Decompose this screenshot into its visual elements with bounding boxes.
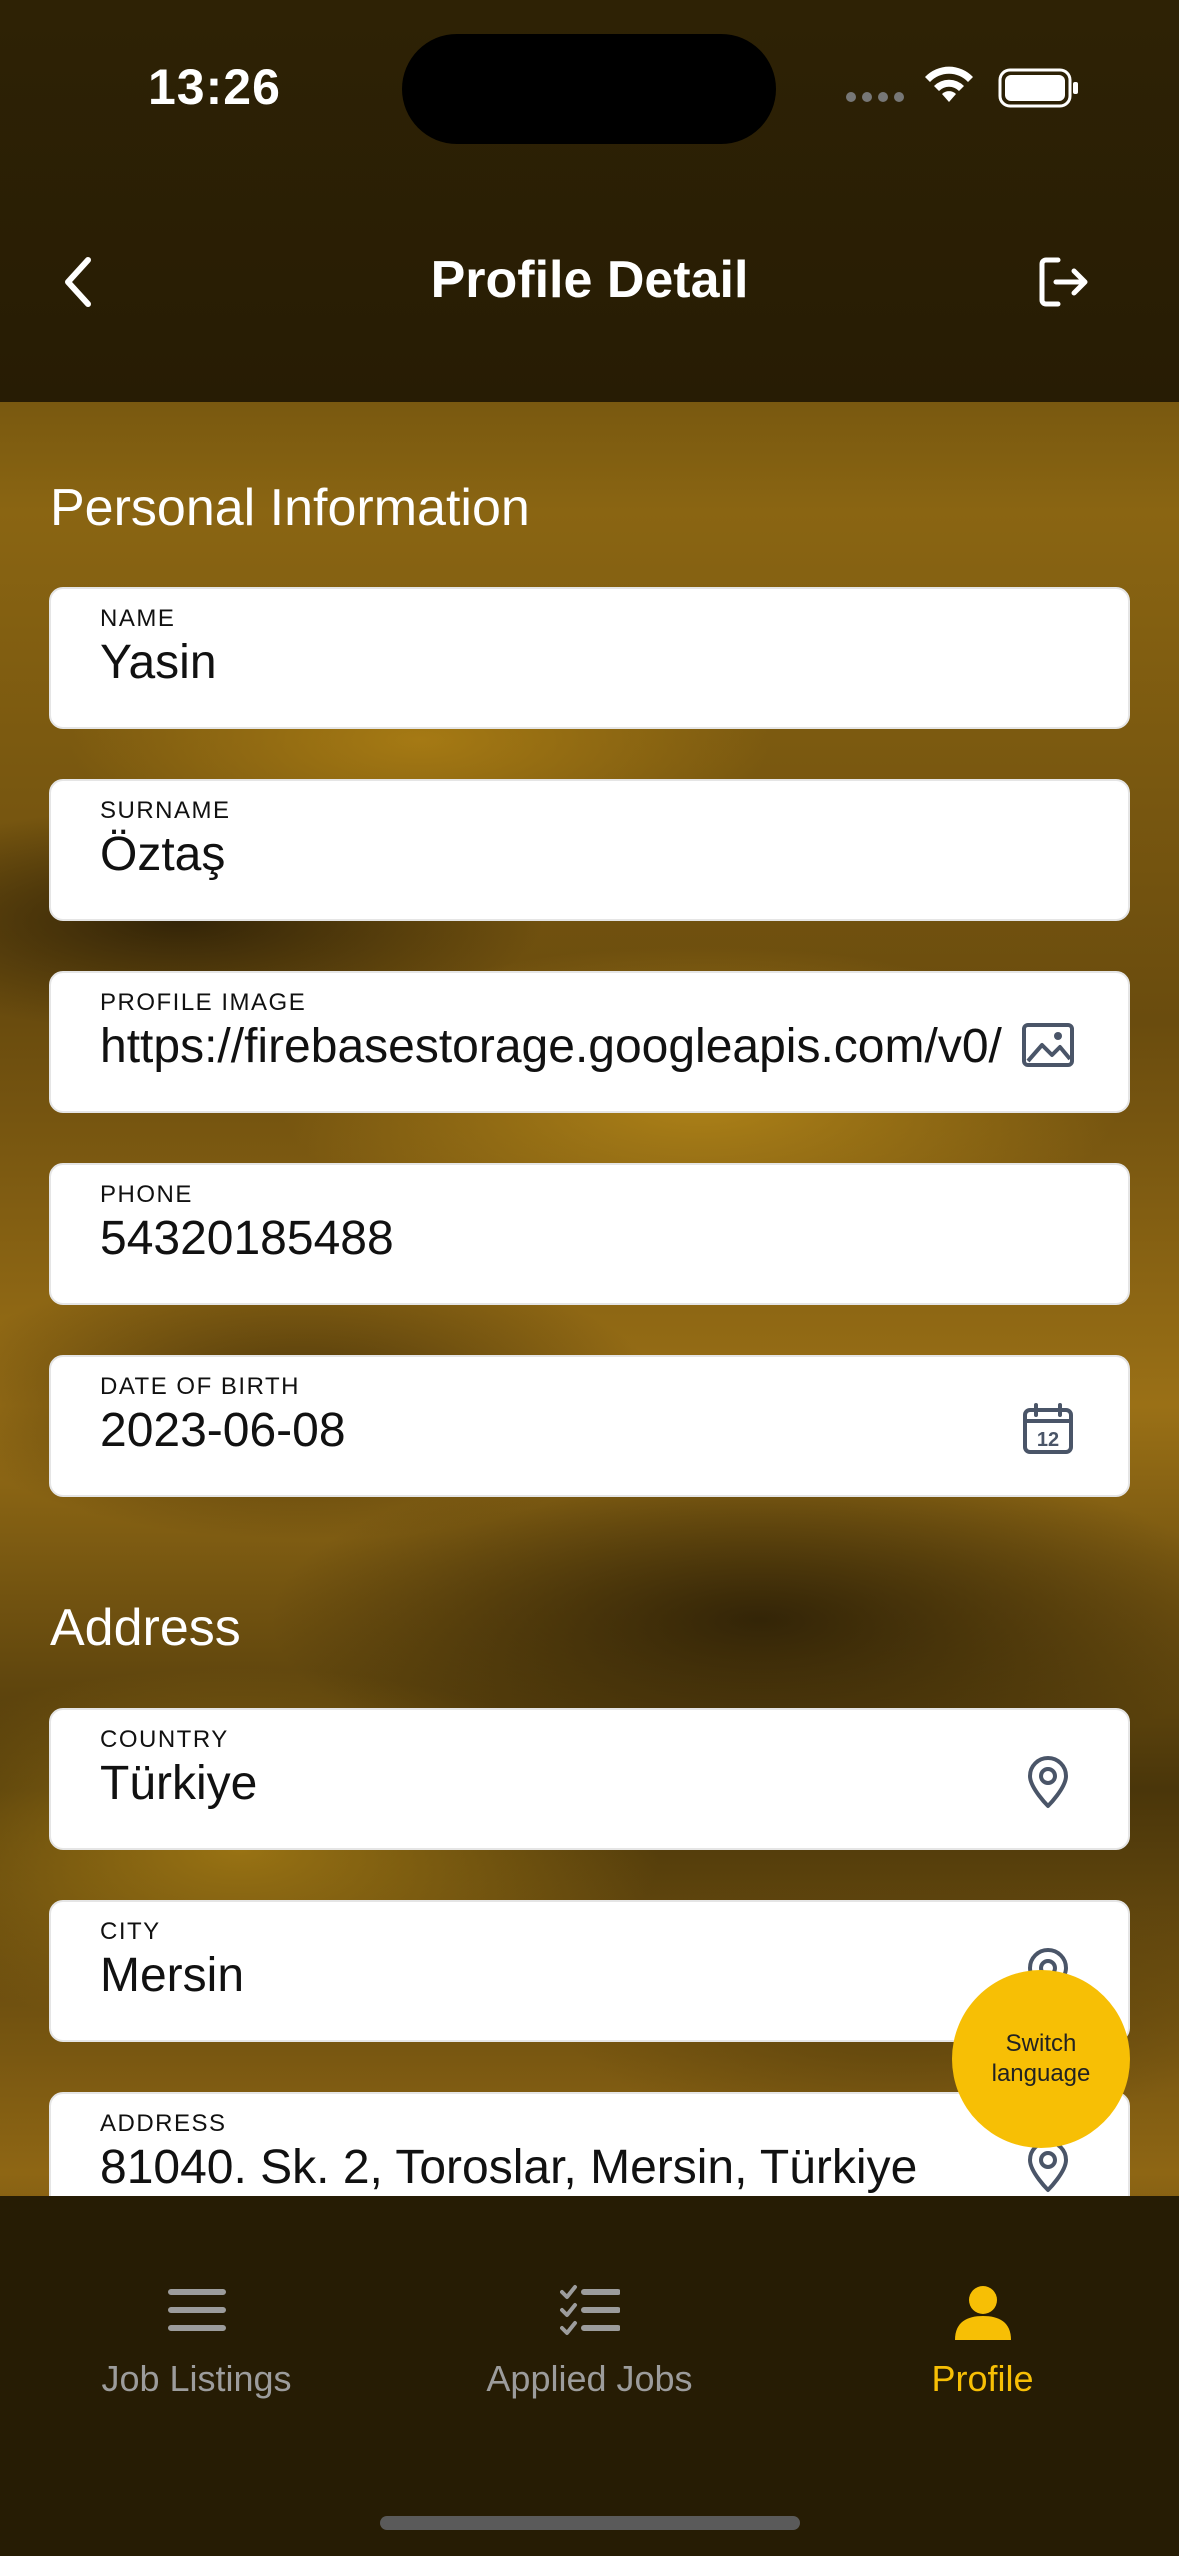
field-label: COUNTRY (100, 1726, 229, 1753)
svg-text:12: 12 (1037, 1429, 1059, 1451)
field-label: CITY (100, 1918, 161, 1945)
checklist-icon (559, 2285, 620, 2335)
phone-field[interactable]: PHONE 54320185488 (49, 1163, 1130, 1305)
dynamic-island (402, 34, 776, 144)
tab-label: Job Listings (101, 2358, 292, 2399)
country-field[interactable]: COUNTRY Türkiye (49, 1708, 1130, 1850)
tab-label: Profile (931, 2358, 1034, 2399)
battery-icon (998, 68, 1078, 108)
field-label: DATE OF BIRTH (100, 1373, 300, 1400)
profile-image-field[interactable]: PROFILE IMAGE https://firebasestorage.go… (49, 971, 1130, 1113)
field-value[interactable]: Yasin (100, 635, 1038, 690)
app-header: 13:26 Profile Detail (0, 0, 1179, 402)
field-label: SURNAME (100, 797, 231, 824)
tab-label: Applied Jobs (486, 2358, 693, 2399)
field-value[interactable]: Türkiye (100, 1756, 1038, 1811)
tab-applied-jobs[interactable]: Applied Jobs (393, 2196, 786, 2399)
image-icon[interactable] (1020, 1017, 1076, 1073)
tab-profile[interactable]: Profile (786, 2196, 1179, 2399)
field-value[interactable]: Mersin (100, 1948, 1038, 2003)
person-icon (954, 2286, 1011, 2340)
menu-icon (167, 2289, 226, 2331)
status-time: 13:26 (148, 59, 281, 115)
page-title: Profile Detail (430, 251, 749, 309)
tab-bar: Job Listings Applied Jobs Profile (0, 2196, 1179, 2556)
wifi-icon (925, 66, 973, 102)
field-value[interactable]: 2023-06-08 (100, 1403, 1038, 1458)
field-value[interactable]: Öztaş (100, 827, 1038, 882)
section-title-personal: Personal Information (50, 479, 530, 537)
switch-language-button[interactable]: Switch language (952, 1970, 1130, 2148)
field-label: ADDRESS (100, 2110, 227, 2137)
field-label: PHONE (100, 1181, 193, 1208)
calendar-icon[interactable]: 12 (1020, 1401, 1076, 1457)
home-indicator (380, 2516, 800, 2530)
field-label: PROFILE IMAGE (100, 989, 307, 1016)
tab-job-listings[interactable]: Job Listings (0, 2196, 393, 2399)
name-field[interactable]: NAME Yasin (49, 587, 1130, 729)
field-value[interactable]: 54320185488 (100, 1211, 1038, 1266)
field-value[interactable]: https://firebasestorage.googleapis.com/v… (100, 1019, 1038, 1074)
field-value[interactable]: 81040. Sk. 2, Toroslar, Mersin, Türkiye (100, 2140, 1038, 2195)
field-label: NAME (100, 605, 176, 632)
surname-field[interactable]: SURNAME Öztaş (49, 779, 1130, 921)
section-title-address: Address (50, 1599, 241, 1657)
cellular-signal-icon (846, 92, 904, 102)
location-pin-icon[interactable] (1020, 1754, 1076, 1810)
logout-icon[interactable] (1036, 254, 1092, 310)
date-of-birth-field[interactable]: DATE OF BIRTH 2023-06-08 12 (49, 1355, 1130, 1497)
